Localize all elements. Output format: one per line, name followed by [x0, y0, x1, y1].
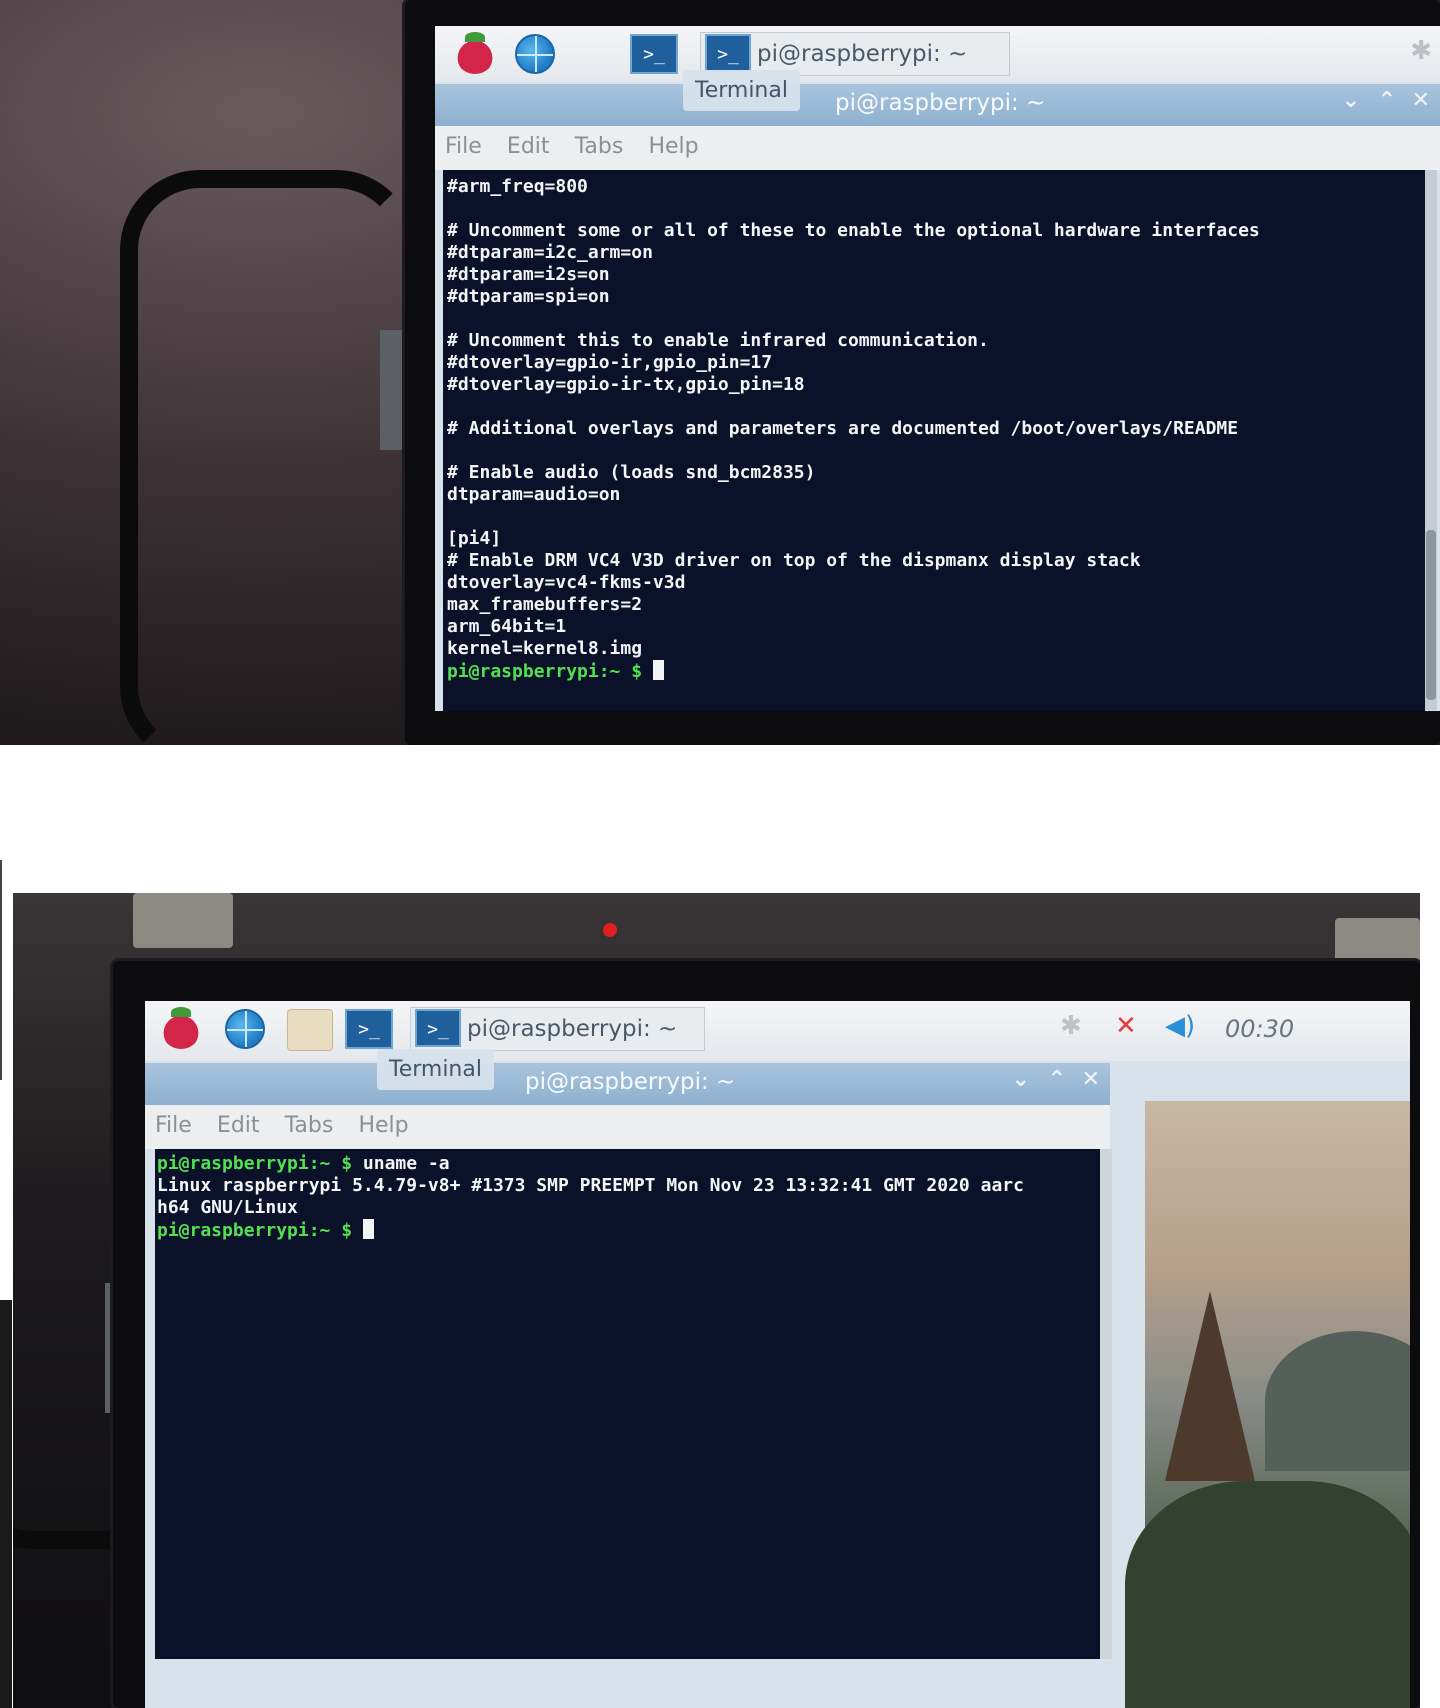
terminal-tooltip: Terminal	[377, 1049, 494, 1090]
cursor	[362, 1219, 374, 1239]
window-title: pi@raspberrypi: ~	[835, 90, 1046, 116]
terminal-output[interactable]: #arm_freq=800 # Uncomment some or all of …	[443, 170, 1425, 711]
led-light	[603, 923, 617, 937]
terminal-line: # Uncomment some or all of these to enab…	[447, 220, 1260, 241]
prompt-line: pi@raspberrypi:~ $	[447, 660, 1421, 682]
menu-file[interactable]: File	[145, 1105, 202, 1146]
network-disconnected-icon[interactable]: ✕	[1115, 1011, 1137, 1041]
close-button[interactable]: ✕	[1412, 88, 1430, 113]
menu-tabs[interactable]: Tabs	[275, 1105, 344, 1146]
command-output: Linux raspberrypi 5.4.79-v8+ #1373 SMP P…	[157, 1175, 1098, 1219]
bluetooth-icon[interactable]: ✱	[1410, 36, 1432, 66]
terminal-line: #dtoverlay=gpio-ir-tx,gpio_pin=18	[447, 374, 805, 395]
volume-icon[interactable]: ◀)	[1165, 1011, 1195, 1041]
terminal-line: #dtparam=spi=on	[447, 286, 610, 307]
terminal-line: h64 GNU/Linux	[157, 1197, 298, 1218]
bottom-photo: >_ >_ pi@raspberrypi: ~ ✱ ✕ ◀) 00:30 Ter…	[13, 893, 1420, 1708]
cursor	[652, 660, 664, 680]
menu-edit[interactable]: Edit	[497, 126, 560, 167]
terminal-line: #dtoverlay=gpio-ir,gpio_pin=17	[447, 352, 773, 373]
terminal-line: # Uncomment this to enable infrared comm…	[447, 330, 989, 351]
top-photo: >_ >_ pi@raspberrypi: ~ ✱ Terminal pi@ra…	[0, 0, 1440, 745]
task-button-label: pi@raspberrypi: ~	[757, 41, 968, 67]
menu-help[interactable]: Help	[638, 126, 708, 167]
maximize-button[interactable]: ⌃	[1378, 88, 1396, 113]
terminal-line: kernel=kernel8.img	[447, 638, 643, 659]
bluetooth-icon[interactable]: ✱	[1060, 1011, 1082, 1041]
monitor-bezel: >_ >_ pi@raspberrypi: ~ ✱ Terminal pi@ra…	[405, 0, 1440, 745]
terminal-line: # Additional overlays and parameters are…	[447, 418, 1239, 439]
window-titlebar[interactable]: pi@raspberrypi: ~ ⌄ ⌃ ✕	[145, 1063, 1110, 1105]
prompt: pi@raspberrypi:~ $	[157, 1220, 353, 1241]
terminal-line: arm_64bit=1	[447, 616, 567, 637]
terminal-line: # Enable DRM VC4 V3D driver on top of th…	[447, 550, 1141, 571]
monitor-bezel: >_ >_ pi@raspberrypi: ~ ✱ ✕ ◀) 00:30 Ter…	[113, 961, 1420, 1708]
menu-tabs[interactable]: Tabs	[565, 126, 634, 167]
terminal-lines: #arm_freq=800 # Uncomment some or all of …	[447, 176, 1421, 660]
wallpaper-trees	[1125, 1481, 1410, 1708]
scroll-thumb[interactable]	[1426, 530, 1436, 700]
terminal-icon: >_	[705, 34, 751, 72]
task-button-label: pi@raspberrypi: ~	[467, 1016, 678, 1042]
terminal-scrollbar[interactable]	[1425, 170, 1437, 710]
wallpaper-pagoda	[1165, 1291, 1255, 1481]
prompt: pi@raspberrypi:~ $	[157, 1153, 353, 1174]
menu-edit[interactable]: Edit	[207, 1105, 270, 1146]
desktop-wallpaper	[1125, 1101, 1410, 1708]
menu-help[interactable]: Help	[348, 1105, 418, 1146]
minimize-button[interactable]: ⌄	[1012, 1067, 1030, 1092]
taskbar: >_ >_ pi@raspberrypi: ~ ✱	[435, 26, 1440, 82]
terminal-line: Linux raspberrypi 5.4.79-v8+ #1373 SMP P…	[157, 1175, 1024, 1196]
raspberry-menu-icon[interactable]	[161, 1007, 201, 1049]
terminal-line: #dtparam=i2c_arm=on	[447, 242, 653, 263]
terminal-line: #dtparam=i2s=on	[447, 264, 610, 285]
file-manager-icon[interactable]	[287, 1009, 333, 1051]
maximize-button[interactable]: ⌃	[1048, 1067, 1066, 1092]
screen: >_ >_ pi@raspberrypi: ~ ✱ Terminal pi@ra…	[435, 26, 1440, 711]
menu-bar: File Edit Tabs Help	[145, 1105, 1110, 1149]
window-titlebar[interactable]: pi@raspberrypi: ~ ⌄ ⌃ ✕	[435, 84, 1440, 126]
terminal-line: dtoverlay=vc4-fkms-v3d	[447, 572, 686, 593]
terminal-scrollbar[interactable]	[1100, 1149, 1112, 1659]
browser-globe-icon[interactable]	[515, 34, 555, 74]
taskbar: >_ >_ pi@raspberrypi: ~ ✱ ✕ ◀) 00:30	[145, 1001, 1410, 1061]
terminal-tooltip: Terminal	[683, 70, 800, 111]
screen: >_ >_ pi@raspberrypi: ~ ✱ ✕ ◀) 00:30 Ter…	[145, 1001, 1410, 1708]
clock[interactable]: 00:30	[1225, 1015, 1294, 1043]
window-title: pi@raspberrypi: ~	[525, 1069, 736, 1095]
minimize-button[interactable]: ⌄	[1342, 88, 1360, 113]
menu-file[interactable]: File	[435, 126, 492, 167]
terminal-output[interactable]: pi@raspberrypi:~ $ uname -a Linux raspbe…	[155, 1149, 1100, 1659]
audio-jack-panel	[133, 893, 233, 948]
terminal-line: #arm_freq=800	[447, 176, 588, 197]
prompt: pi@raspberrypi:~ $	[447, 661, 643, 682]
wallpaper-hill	[1265, 1331, 1410, 1471]
command-line: pi@raspberrypi:~ $ uname -a	[157, 1153, 1098, 1175]
menu-bar: File Edit Tabs Help	[435, 126, 1440, 170]
terminal-line: max_framebuffers=2	[447, 594, 643, 615]
terminal-launcher-icon[interactable]: >_	[345, 1009, 393, 1049]
command: uname -a	[352, 1153, 450, 1174]
raspberry-menu-icon[interactable]	[455, 32, 495, 74]
terminal-line: dtparam=audio=on	[447, 484, 621, 505]
terminal-launcher-icon[interactable]: >_	[630, 34, 678, 74]
browser-globe-icon[interactable]	[225, 1009, 265, 1049]
terminal-line: # Enable audio (loads snd_bcm2835)	[447, 462, 816, 483]
photo-edge	[0, 860, 2, 1080]
prompt-line: pi@raspberrypi:~ $	[157, 1219, 1098, 1241]
task-button-terminal[interactable]: >_ pi@raspberrypi: ~	[410, 1007, 705, 1051]
terminal-icon: >_	[415, 1009, 461, 1047]
photo-edge	[0, 1300, 12, 1708]
close-button[interactable]: ✕	[1082, 1067, 1100, 1092]
terminal-line: [pi4]	[447, 528, 502, 549]
